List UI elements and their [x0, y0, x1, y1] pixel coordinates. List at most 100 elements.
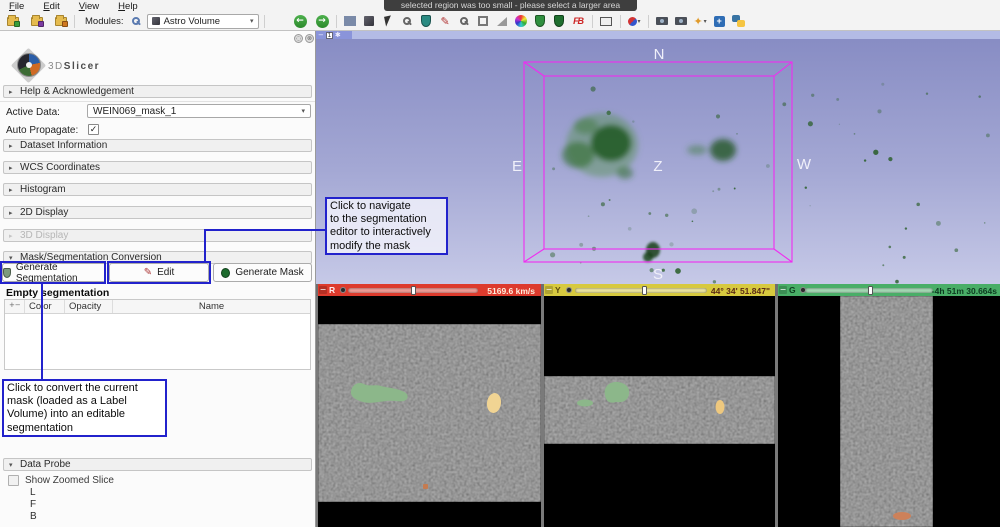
- expand-collapse-header[interactable]: +−: [5, 300, 25, 313]
- toolbar-file-icons: [4, 13, 69, 29]
- menu-help[interactable]: Help: [118, 1, 138, 12]
- astro-shield-icon[interactable]: [418, 13, 435, 29]
- mask-export-shield-icon[interactable]: [551, 13, 568, 29]
- interaction-icon[interactable]: [380, 13, 397, 29]
- slice-offset-slider[interactable]: [575, 288, 707, 293]
- menu-file[interactable]: File: [9, 1, 24, 12]
- slice-offset-value: 5169.6 km/s: [487, 286, 535, 296]
- visibility-eye-icon[interactable]: [340, 287, 346, 293]
- slice-offset-value: 44° 34' 51.847": [711, 286, 770, 296]
- volume-speckles: [550, 83, 990, 284]
- crop-volume-icon[interactable]: [475, 13, 492, 29]
- button-label: Generate Mask: [235, 267, 303, 278]
- column-color: Color: [25, 300, 65, 313]
- load-dicom-icon[interactable]: [28, 13, 45, 29]
- menu-view[interactable]: View: [79, 1, 99, 12]
- plot-zoom-icon[interactable]: [399, 13, 416, 29]
- toolbar-separator: [264, 15, 265, 28]
- slider-handle[interactable]: [642, 286, 647, 295]
- undock-panel-icon[interactable]: ◌: [294, 34, 303, 43]
- interaction-icon-glyph: [384, 15, 393, 26]
- menu-edit[interactable]: Edit: [43, 1, 59, 12]
- callout-line: [205, 229, 327, 231]
- visibility-eye-icon[interactable]: [566, 287, 572, 293]
- section-wcs-coordinates[interactable]: ▸ WCS Coordinates: [3, 161, 312, 174]
- screenshot-icon[interactable]: [654, 13, 671, 29]
- active-data-label: Active Data:: [6, 107, 60, 118]
- collapse-arrow-icon: ▸: [9, 164, 15, 172]
- collapse-view-icon[interactable]: −: [779, 286, 787, 294]
- module-finder-icon-glyph: [460, 17, 468, 25]
- section-dataset-information[interactable]: ▸ Dataset Information: [3, 139, 312, 152]
- slice-view-green[interactable]: [778, 296, 1000, 527]
- section-help-acknowledgement[interactable]: ▸ Help & Acknowledgement: [3, 85, 312, 98]
- module-selector[interactable]: Astro Volume ▾: [147, 14, 259, 29]
- probe-row-b: B: [30, 511, 37, 523]
- python-console-icon[interactable]: [730, 13, 747, 29]
- mask-icon: [221, 268, 230, 278]
- module-search-icon[interactable]: [128, 13, 145, 29]
- slice-bar-yellow: − Y 44° 34' 51.847": [544, 284, 775, 296]
- slider-handle[interactable]: [868, 286, 873, 295]
- volume-blob-south: [643, 242, 660, 262]
- section-label: Histogram: [20, 184, 66, 195]
- slider-handle[interactable]: [411, 286, 416, 295]
- scene-capture-icon[interactable]: [673, 13, 690, 29]
- annotation-pen-icon[interactable]: ✎: [437, 13, 454, 29]
- layout-selector-icon-glyph: [344, 16, 356, 26]
- layout-selector-icon[interactable]: [342, 13, 359, 29]
- orientation-label-w: W: [797, 156, 812, 173]
- slice-view-yellow[interactable]: [544, 296, 775, 527]
- extensions-manager-icon[interactable]: +: [711, 13, 728, 29]
- mask-export-shield-icon-glyph: [554, 15, 564, 27]
- segmentation-status: Empty segmentation: [6, 287, 109, 299]
- segmentation-table[interactable]: +− Color Opacity Name: [4, 299, 311, 370]
- section-histogram[interactable]: ▸ Histogram: [3, 183, 312, 196]
- probe-row-f: F: [30, 499, 37, 511]
- module-panel: ◌ ⊗ 3DSlicer ▸ Help & Acknowledgement Ac…: [0, 31, 316, 527]
- app-window: File Edit View Help selected region was …: [0, 0, 1000, 527]
- show-zoomed-slice-checkbox[interactable]: [8, 475, 19, 486]
- sparkle-icon-glyph: ✦: [693, 16, 702, 27]
- sparkle-icon[interactable]: ✦▾: [692, 13, 709, 29]
- toolbar: Modules: Astro Volume ▾ ←→ ✎FB▾✦▾+: [0, 12, 1000, 31]
- callout-line: [41, 283, 43, 379]
- collapse-view-icon[interactable]: −: [319, 286, 327, 294]
- python-console-icon-glyph: [732, 15, 745, 27]
- fiducial-pin-icon[interactable]: ▾: [626, 13, 643, 29]
- module-forward-icon[interactable]: →: [314, 13, 331, 29]
- section-2d-display[interactable]: ▸ 2D Display: [3, 206, 312, 219]
- auto-propagate-checkbox[interactable]: ✓: [88, 124, 99, 135]
- window-level-icon[interactable]: [598, 13, 615, 29]
- slice-letter: G: [789, 285, 796, 295]
- chevron-down-icon: ▾: [250, 17, 254, 25]
- segment-yellow: [716, 400, 725, 414]
- section-data-probe[interactable]: ▾ Data Probe: [3, 458, 312, 471]
- save-data-icon-glyph: [55, 17, 67, 26]
- probe-row-l: L: [30, 487, 37, 499]
- scene-capture-icon-glyph: [675, 17, 687, 25]
- astro-shield-icon-glyph: [421, 15, 431, 27]
- fb-icon[interactable]: FB: [570, 13, 587, 29]
- save-data-icon[interactable]: [52, 13, 69, 29]
- toolbar-separator: [648, 15, 649, 28]
- slice-view-red[interactable]: [318, 296, 541, 527]
- module-back-icon[interactable]: ←: [292, 13, 309, 29]
- load-data-icon[interactable]: [4, 13, 21, 29]
- color-wheel-icon[interactable]: [513, 13, 530, 29]
- segmentation-shield-icon-glyph: [535, 15, 545, 27]
- measurement-icon[interactable]: [494, 13, 511, 29]
- segmentation-shield-icon[interactable]: [532, 13, 549, 29]
- close-panel-icon[interactable]: ⊗: [305, 34, 314, 43]
- load-data-icon-glyph: [7, 17, 19, 26]
- module-finder-icon[interactable]: [456, 13, 473, 29]
- annotation-pen-icon-glyph: ✎: [440, 15, 449, 28]
- collapse-view-icon[interactable]: −: [545, 286, 553, 294]
- generate-mask-button[interactable]: Generate Mask: [213, 263, 312, 282]
- modules-history-icon[interactable]: [270, 13, 287, 29]
- section-label: Data Probe: [20, 459, 71, 470]
- module-icon: [152, 17, 160, 25]
- active-data-selector[interactable]: WEIN069_mask_1 ▾: [87, 104, 311, 118]
- volume-rendering-icon[interactable]: [361, 13, 378, 29]
- slice-bar-green: − G -4h 51m 30.664s: [778, 284, 1000, 296]
